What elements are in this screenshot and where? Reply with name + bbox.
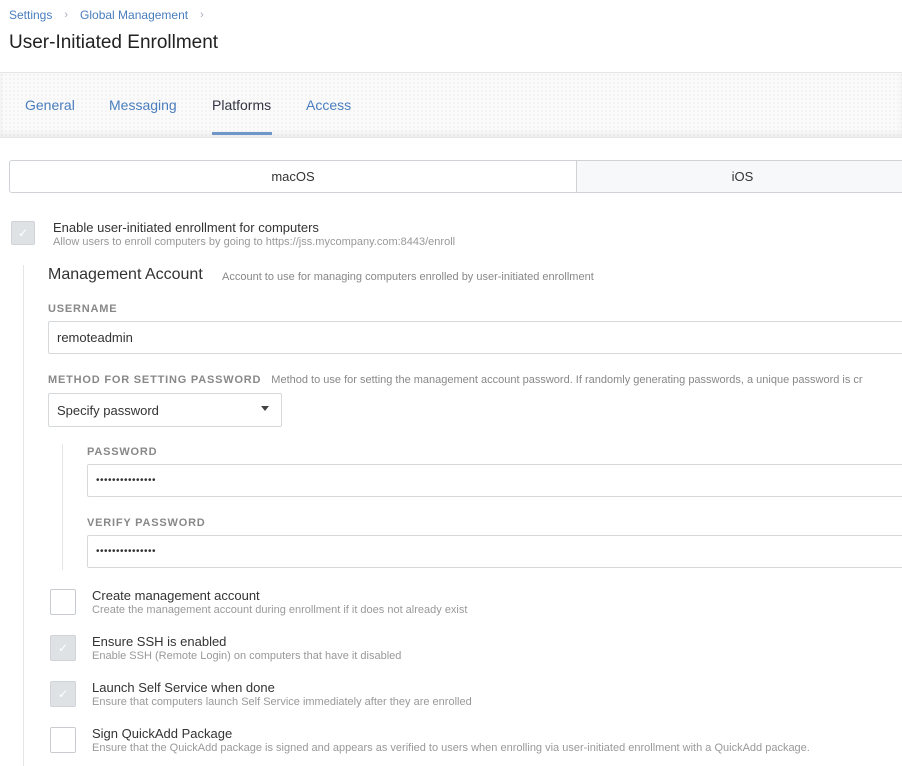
tab-messaging[interactable]: Messaging: [109, 97, 177, 113]
verify-password-label: VERIFY PASSWORD: [87, 517, 206, 529]
breadcrumb-settings-link[interactable]: Settings: [9, 8, 52, 22]
create-account-label: Create management account: [92, 588, 260, 603]
checkmark-icon: ✓: [17, 226, 29, 240]
enable-enrollment-checkbox[interactable]: ✓: [11, 221, 35, 245]
create-account-checkbox[interactable]: [50, 589, 76, 615]
chevron-right-icon: ›: [200, 9, 204, 21]
launch-self-service-desc: Ensure that computers launch Self Servic…: [92, 696, 472, 708]
management-account-desc: Account to use for managing computers en…: [222, 271, 594, 283]
password-indent-line: [62, 444, 63, 570]
method-label: METHOD FOR SETTING PASSWORD Method to use…: [48, 374, 863, 386]
tab-bar: General Messaging Platforms Access: [0, 72, 902, 138]
chevron-right-icon: ›: [64, 9, 69, 21]
segment-macos[interactable]: macOS: [10, 161, 577, 192]
page-title: User-Initiated Enrollment: [9, 32, 219, 53]
active-tab-indicator: [212, 132, 272, 135]
sign-quickadd-desc: Ensure that the QuickAdd package is sign…: [92, 742, 810, 754]
enable-enrollment-desc: Allow users to enroll computers by going…: [53, 236, 456, 248]
sign-quickadd-label: Sign QuickAdd Package: [92, 726, 233, 741]
tab-general[interactable]: General: [25, 97, 75, 113]
page-header: Settings › Global Management › User-Init…: [0, 0, 902, 72]
enable-enrollment-label: Enable user-initiated enrollment for com…: [53, 220, 319, 235]
password-method-value: Specify password: [57, 402, 159, 418]
checkmark-icon: ✓: [57, 687, 69, 701]
create-account-desc: Create the management account during enr…: [92, 604, 468, 616]
username-input[interactable]: remoteadmin: [48, 321, 902, 354]
password-method-select[interactable]: Specify password: [48, 393, 282, 427]
section-indent-line: [23, 265, 24, 766]
password-label: PASSWORD: [87, 446, 158, 458]
ensure-ssh-checkbox[interactable]: ✓: [50, 635, 76, 661]
tab-access[interactable]: Access: [306, 97, 351, 113]
platform-segmented-control: macOS iOS: [9, 160, 902, 193]
method-label-text: METHOD FOR SETTING PASSWORD: [48, 374, 262, 386]
ensure-ssh-desc: Enable SSH (Remote Login) on computers t…: [92, 650, 402, 662]
breadcrumb-global-management-link[interactable]: Global Management: [80, 8, 188, 22]
launch-self-service-label: Launch Self Service when done: [92, 680, 275, 695]
verify-password-input[interactable]: •••••••••••••••: [87, 535, 902, 568]
launch-self-service-checkbox[interactable]: ✓: [50, 681, 76, 707]
sign-quickadd-checkbox[interactable]: [50, 727, 76, 753]
tab-platforms[interactable]: Platforms: [212, 97, 271, 113]
method-desc: Method to use for setting the management…: [271, 374, 863, 386]
management-account-title: Management Account: [48, 266, 203, 283]
caret-down-icon: [261, 406, 269, 411]
ensure-ssh-label: Ensure SSH is enabled: [92, 634, 227, 649]
checkmark-icon: ✓: [57, 641, 69, 655]
username-label: USERNAME: [48, 303, 118, 315]
segment-ios[interactable]: iOS: [577, 161, 902, 192]
password-input[interactable]: •••••••••••••••: [87, 464, 902, 497]
breadcrumb: Settings › Global Management ›: [9, 8, 216, 22]
